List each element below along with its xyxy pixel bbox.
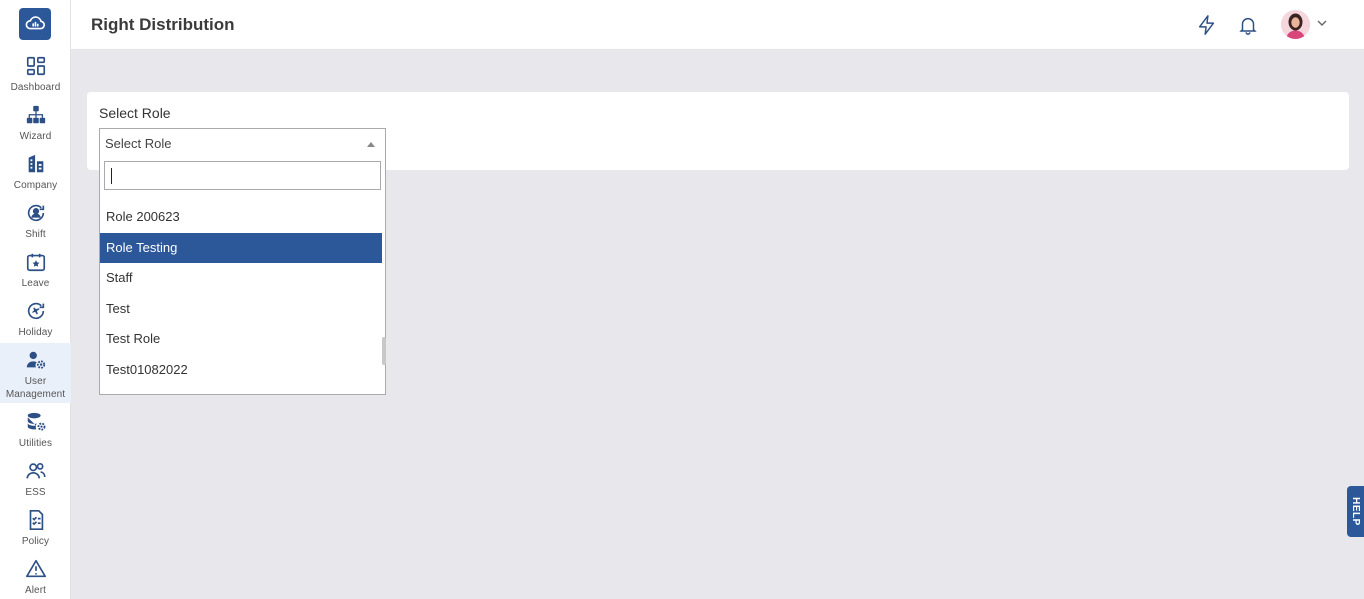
lightning-icon[interactable] [1196,14,1218,36]
text-caret [111,168,112,184]
page-title: Right Distribution [91,15,235,34]
calendar-star-icon [26,253,45,272]
dropdown-search-input[interactable] [104,161,381,190]
sidebar-item-leave[interactable]: Leave [0,251,71,291]
database-gear-icon [27,412,45,431]
dropdown-option[interactable]: Test01082022 [100,355,382,385]
dropdown-option[interactable]: Role 200623 [100,202,382,232]
dropdown-option-selected[interactable]: Role Testing [100,233,382,263]
arrow-up-icon [367,142,375,147]
sidebar-item-label: Policy [21,536,50,547]
sidebar-item-wizard[interactable]: Wizard [0,104,71,144]
select-value: Select Role [105,136,172,151]
app-logo[interactable] [19,8,51,40]
dropdown-option[interactable]: Staff [100,263,382,293]
help-tab[interactable]: HELP [1347,486,1364,537]
chevron-down-icon[interactable] [1315,16,1329,30]
sidebar-item-user-management[interactable]: User Management [0,343,71,403]
top-header: Right Distribution [71,0,1364,50]
sidebar-item-label: Shift [25,229,46,240]
checklist-icon [29,510,43,530]
sidebar-item-label: Alert [24,585,47,596]
dropdown-scrollbar[interactable] [382,337,386,365]
sidebar-item-label: User Management [5,376,66,400]
sidebar-item-utilities[interactable]: Utilities [0,411,71,451]
dropdown-option[interactable]: Test [100,294,382,324]
dashboard-icon [26,56,45,76]
sidebar-item-ess[interactable]: ESS [0,460,71,500]
help-label: HELP [1350,497,1362,526]
sidebar-item-alert[interactable]: Alert [0,558,71,598]
role-select[interactable]: Select Role [99,128,386,158]
sidebar-item-label: Holiday [18,327,53,338]
sidebar-item-holiday[interactable]: Holiday [0,300,71,340]
sidebar-item-label: Wizard [19,131,52,142]
sidebar-item-label: ESS [25,487,46,498]
bell-icon[interactable] [1237,14,1259,36]
sidebar-item-label: Utilities [18,438,53,449]
sidebar-item-company[interactable]: Company [0,153,71,193]
sidebar-item-label: Dashboard [10,82,61,93]
users-icon [25,463,46,479]
sitemap-icon [26,105,45,124]
sidebar-item-label: Leave [21,278,50,289]
user-gear-icon [26,351,45,369]
dropdown-option[interactable]: Test Role [100,324,382,354]
holiday-icon [27,302,44,320]
warning-icon [25,559,46,578]
sidebar-item-policy[interactable]: Policy [0,509,71,549]
role-dropdown: Role 200623 Role Testing Staff Test Test… [99,157,386,395]
building-icon [28,154,43,173]
sidebar-item-shift[interactable]: Shift [0,202,71,242]
user-avatar-icon [1281,10,1310,39]
avatar[interactable] [1281,10,1310,39]
sidebar: Dashboard Wizard Company Shift Leave Hol… [0,0,71,599]
sidebar-item-dashboard[interactable]: Dashboard [0,55,71,95]
cloud-logo-icon [25,16,45,30]
user-cycle-icon [27,204,44,222]
select-role-label: Select Role [99,105,171,121]
sidebar-item-label: Company [13,180,58,191]
